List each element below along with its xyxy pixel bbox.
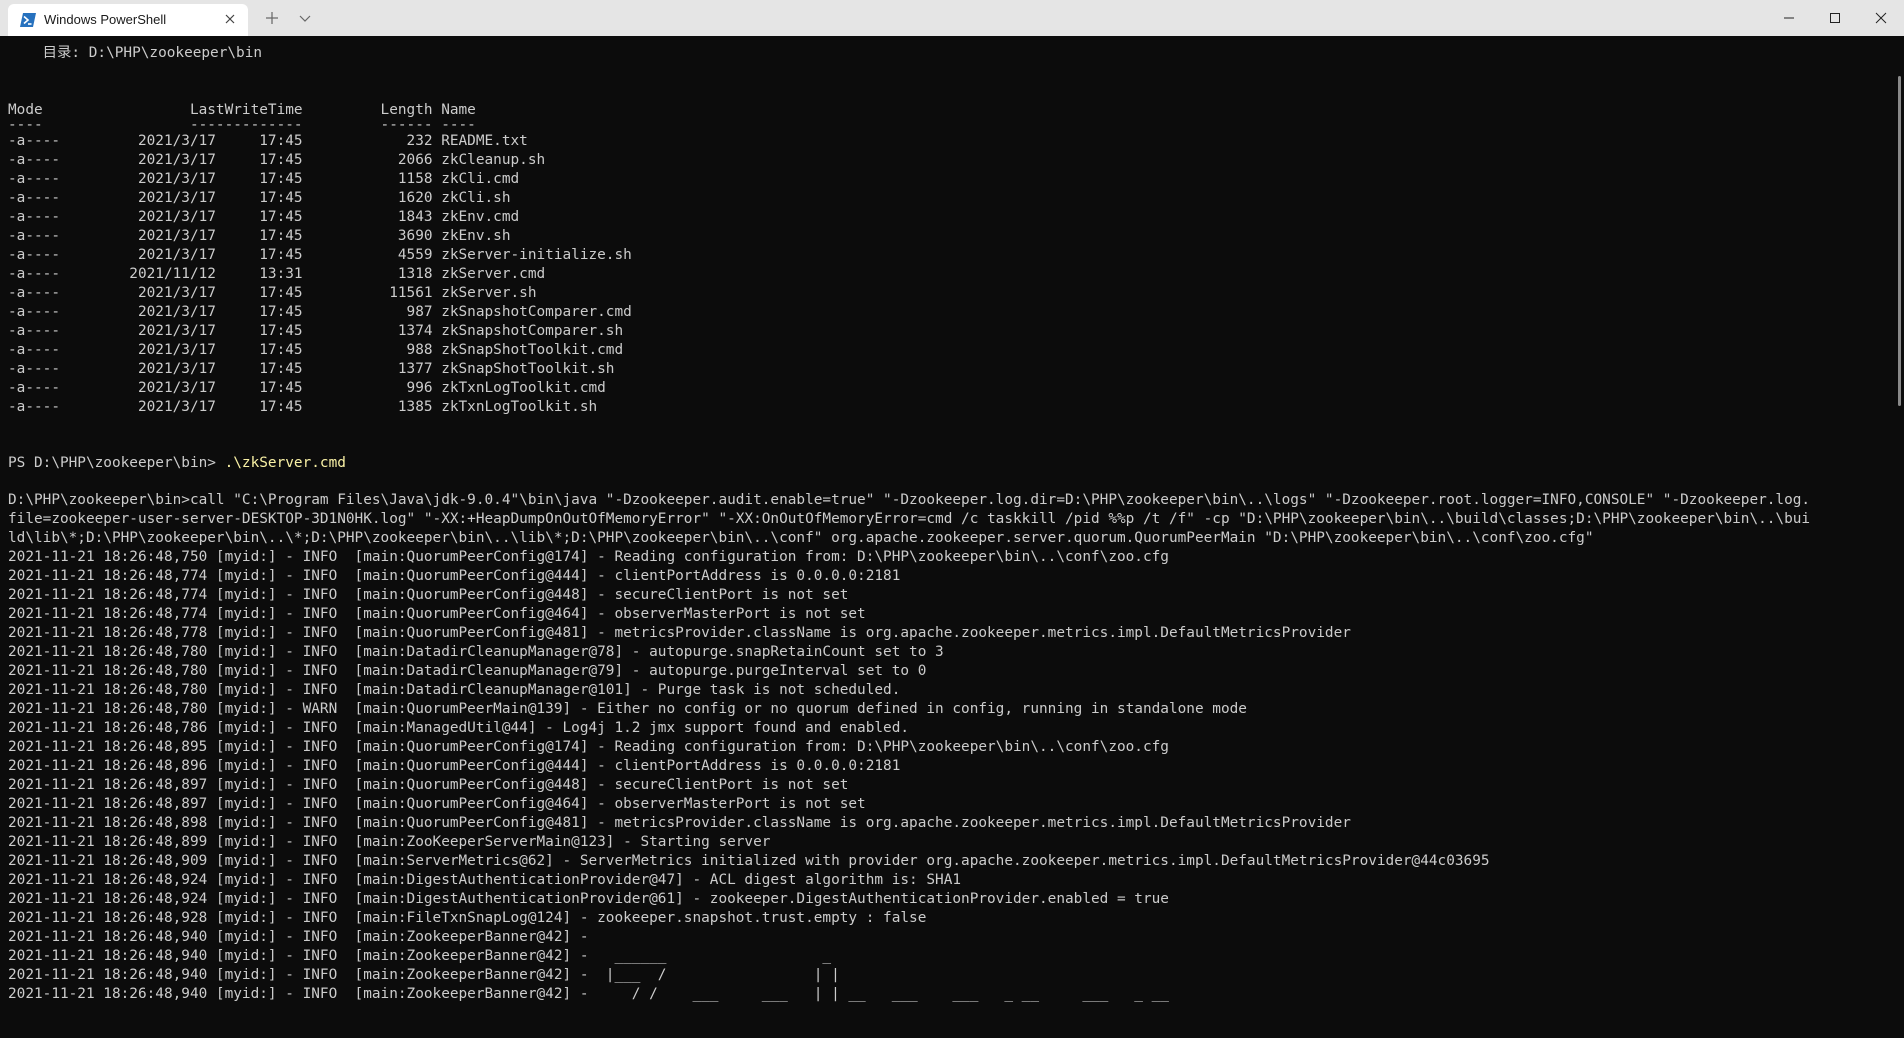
output-line: 2021-11-21 18:26:48,774 [myid:] - INFO [… xyxy=(8,568,901,584)
output-line: 2021-11-21 18:26:48,786 [myid:] - INFO [… xyxy=(8,720,910,736)
prompt: PS D:\PHP\zookeeper\bin> xyxy=(8,455,225,471)
output-line: 2021-11-21 18:26:48,780 [myid:] - INFO [… xyxy=(8,663,927,679)
output-line: 2021-11-21 18:26:48,924 [myid:] - INFO [… xyxy=(8,872,962,888)
powershell-icon xyxy=(20,13,36,27)
file-row: -a---- 2021/3/17 17:45 1843 zkEnv.cmd xyxy=(8,209,520,225)
output-line: 2021-11-21 18:26:48,778 [myid:] - INFO [… xyxy=(8,625,1351,641)
plus-icon[interactable] xyxy=(262,8,282,28)
file-row: -a---- 2021/3/17 17:45 987 zkSnapshotCom… xyxy=(8,304,632,320)
output-line: 2021-11-21 18:26:48,780 [myid:] - INFO [… xyxy=(8,644,944,660)
file-row: -a---- 2021/3/17 17:45 232 README.txt xyxy=(8,133,528,149)
file-row: -a---- 2021/3/17 17:45 3690 zkEnv.sh xyxy=(8,228,511,244)
chevron-down-icon[interactable] xyxy=(296,9,314,27)
file-row: -a---- 2021/3/17 17:45 11561 zkServer.sh xyxy=(8,285,537,301)
file-row: -a---- 2021/3/17 17:45 1374 zkSnapshotCo… xyxy=(8,323,624,339)
output-line: 2021-11-21 18:26:48,909 [myid:] - INFO [… xyxy=(8,853,1490,869)
tab-windows-powershell[interactable]: Windows PowerShell xyxy=(8,4,248,36)
file-row: -a---- 2021/3/17 17:45 2066 zkCleanup.sh xyxy=(8,152,546,168)
output-line: 2021-11-21 18:26:48,897 [myid:] - INFO [… xyxy=(8,777,849,793)
output-line: 2021-11-21 18:26:48,774 [myid:] - INFO [… xyxy=(8,606,866,622)
output-line: 2021-11-21 18:26:48,750 [myid:] - INFO [… xyxy=(8,549,1169,565)
output-line: 2021-11-21 18:26:48,774 [myid:] - INFO [… xyxy=(8,587,849,603)
command-line: PS D:\PHP\zookeeper\bin> .\zkServer.cmd xyxy=(8,454,346,473)
output-line: 2021-11-21 18:26:48,940 [myid:] - INFO [… xyxy=(8,986,1169,1002)
file-row: -a---- 2021/3/17 17:45 1377 zkSnapShotTo… xyxy=(8,361,615,377)
file-row: -a---- 2021/11/12 13:31 1318 zkServer.cm… xyxy=(8,266,546,282)
output-line: 2021-11-21 18:26:48,780 [myid:] - WARN [… xyxy=(8,701,1247,717)
close-window-button[interactable] xyxy=(1858,0,1904,36)
output-line: 2021-11-21 18:26:48,896 [myid:] - INFO [… xyxy=(8,758,901,774)
vertical-scrollbar[interactable] xyxy=(1896,36,1904,1038)
output-line: 2021-11-21 18:26:48,940 [myid:] - INFO [… xyxy=(8,967,840,983)
file-row: -a---- 2021/3/17 17:45 1620 zkCli.sh xyxy=(8,190,511,206)
output-line: 2021-11-21 18:26:48,924 [myid:] - INFO [… xyxy=(8,891,1169,907)
file-row: -a---- 2021/3/17 17:45 4559 zkServer-ini… xyxy=(8,247,632,263)
directory-header: 目录: D:\PHP\zookeeper\bin xyxy=(8,45,263,61)
output-line: 2021-11-21 18:26:48,940 [myid:] - INFO [… xyxy=(8,948,832,964)
output-line: D:\PHP\zookeeper\bin>call "C:\Program Fi… xyxy=(8,492,1811,508)
output-line: 2021-11-21 18:26:48,780 [myid:] - INFO [… xyxy=(8,682,901,698)
tab-title: Windows PowerShell xyxy=(44,12,167,27)
file-row: -a---- 2021/3/17 17:45 996 zkTxnLogToolk… xyxy=(8,380,606,396)
terminal-output[interactable]: 目录: D:\PHP\zookeeper\bin Mode LastWriteT… xyxy=(0,36,1896,1038)
powershell-window: Windows PowerShell 目录: D:\PHP\zookeeper\… xyxy=(0,0,1904,1038)
output-line: 2021-11-21 18:26:48,899 [myid:] - INFO [… xyxy=(8,834,771,850)
command: .\zkServer.cmd xyxy=(224,455,346,471)
output-line: 2021-11-21 18:26:48,940 [myid:] - INFO [… xyxy=(8,929,598,945)
output-line: file=zookeeper-user-server-DESKTOP-3D1N0… xyxy=(8,511,1811,527)
minimize-button[interactable] xyxy=(1766,0,1812,36)
output-line: 2021-11-21 18:26:48,928 [myid:] - INFO [… xyxy=(8,910,927,926)
maximize-button[interactable] xyxy=(1812,0,1858,36)
file-row: -a---- 2021/3/17 17:45 1158 zkCli.cmd xyxy=(8,171,520,187)
close-icon[interactable] xyxy=(222,11,238,27)
file-row: -a---- 2021/3/17 17:45 1385 zkTxnLogTool… xyxy=(8,399,598,415)
file-row: -a---- 2021/3/17 17:45 988 zkSnapShotToo… xyxy=(8,342,624,358)
output-line: 2021-11-21 18:26:48,898 [myid:] - INFO [… xyxy=(8,815,1351,831)
output-line: 2021-11-21 18:26:48,895 [myid:] - INFO [… xyxy=(8,739,1169,755)
output-line: ld\lib\*;D:\PHP\zookeeper\bin\..\*;D:\PH… xyxy=(8,530,1594,546)
output-line: 2021-11-21 18:26:48,897 [myid:] - INFO [… xyxy=(8,796,866,812)
title-bar: Windows PowerShell xyxy=(0,0,1904,36)
scroll-thumb[interactable] xyxy=(1898,76,1901,406)
